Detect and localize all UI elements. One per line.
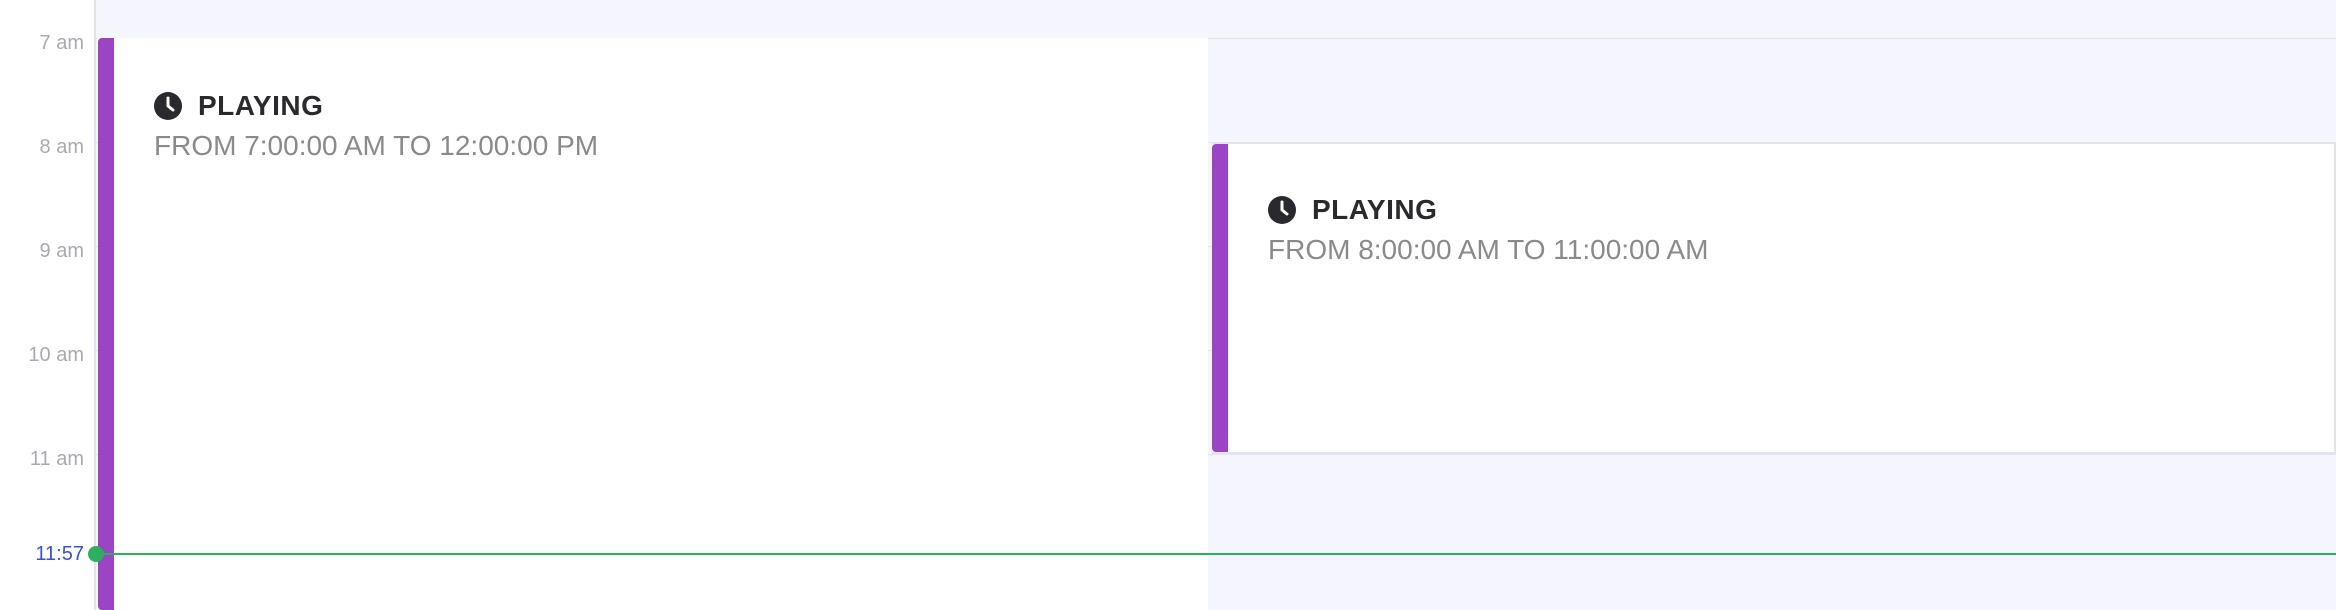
event-title: PLAYING bbox=[1312, 194, 1438, 225]
event-color-bar bbox=[1212, 144, 1228, 452]
event-time-range: FROM 8:00:00 AM TO 11:00:00 AM bbox=[1268, 234, 1709, 265]
hour-label-10am: 10 am bbox=[28, 344, 84, 366]
clock-icon bbox=[154, 92, 182, 120]
event-title-row: PLAYING bbox=[154, 90, 323, 122]
current-time-line bbox=[96, 553, 2336, 555]
time-gutter: 7 am 8 am 9 am 10 am 11 am 11:57 bbox=[0, 0, 96, 610]
clock-icon bbox=[1268, 196, 1296, 224]
hour-label-9am: 9 am bbox=[39, 240, 84, 262]
hour-label-11am: 11 am bbox=[29, 448, 84, 470]
calendar-event[interactable]: PLAYING FROM 8:00:00 AM TO 11:00:00 AM bbox=[1212, 142, 2336, 454]
event-color-bar bbox=[98, 38, 114, 610]
calendar-event[interactable]: PLAYING FROM 7:00:00 AM TO 12:00:00 PM bbox=[98, 38, 1208, 610]
current-time-dot bbox=[88, 546, 104, 562]
event-title: PLAYING bbox=[198, 90, 324, 121]
hour-label-8am: 8 am bbox=[39, 136, 84, 158]
event-time-range: FROM 7:00:00 AM TO 12:00:00 PM bbox=[154, 130, 599, 161]
current-time-label: 11:57 bbox=[35, 543, 84, 565]
hour-label-7am: 7 am bbox=[39, 32, 84, 54]
event-title-row: PLAYING bbox=[1268, 194, 1437, 226]
